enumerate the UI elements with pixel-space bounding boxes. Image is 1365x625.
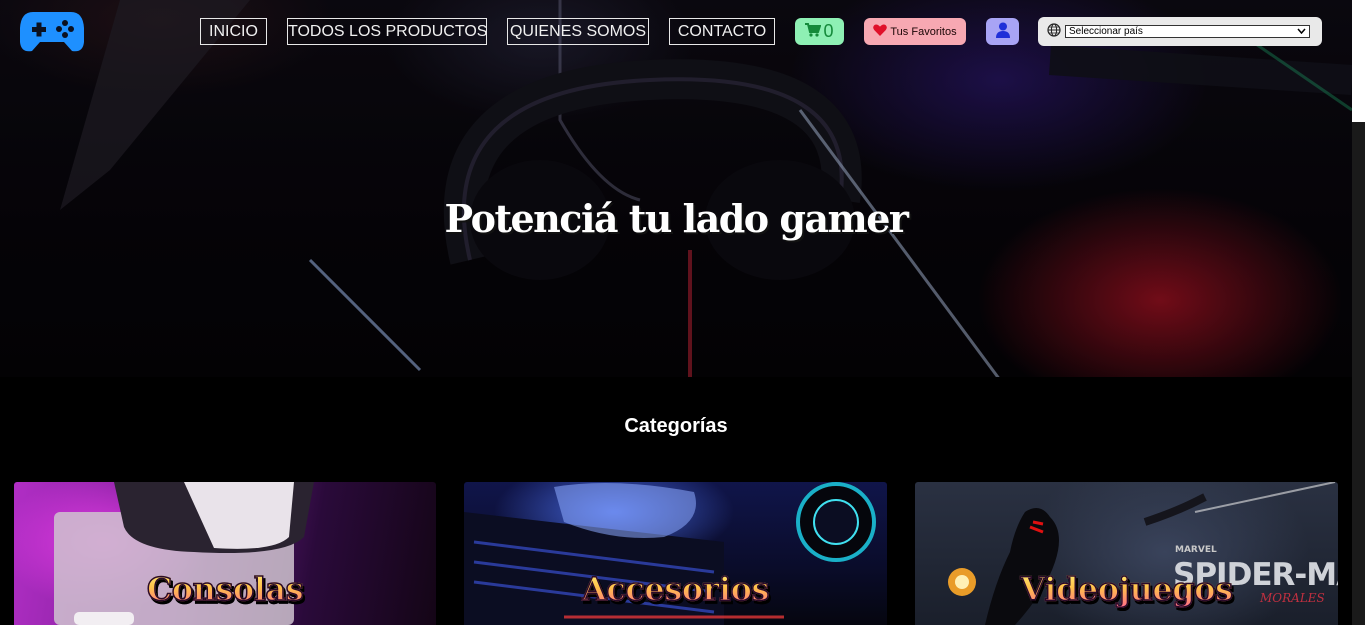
globe-icon: [1047, 22, 1061, 41]
nav-link-todos-los-productos[interactable]: TODOS LOS PRODUCTOS: [287, 18, 487, 45]
user-icon: [995, 22, 1010, 42]
cart-button[interactable]: 0: [795, 18, 844, 45]
cart-count: 0: [823, 21, 834, 41]
heart-icon: [873, 24, 888, 39]
country-select-value: Seleccionar país: [1069, 26, 1143, 37]
scrollbar-track-top: [1352, 0, 1365, 122]
favorites-button[interactable]: Tus Favoritos: [864, 18, 966, 45]
chevron-down-icon: [1297, 26, 1306, 37]
page: Potenciá tu lado gamer INICIO TODOS LOS …: [0, 0, 1365, 625]
categories-heading: Categorías: [624, 415, 728, 437]
gamepad-icon[interactable]: [19, 8, 85, 54]
category-label-accesorios: Accesorios: [464, 569, 887, 609]
cart-icon: [805, 21, 822, 42]
nav-link-quienes-somos[interactable]: QUIENES SOMOS: [507, 18, 649, 45]
category-card-accesorios[interactable]: Accesorios: [464, 482, 887, 625]
country-selector: Seleccionar país: [1038, 17, 1322, 46]
category-card-consolas[interactable]: Consolas: [14, 482, 436, 625]
category-label-videojuegos: Videojuegos: [915, 569, 1338, 609]
country-select[interactable]: Seleccionar país: [1065, 25, 1310, 38]
category-label-consolas: Consolas: [14, 569, 436, 609]
user-account-button[interactable]: [986, 18, 1019, 45]
svg-text:MARVEL: MARVEL: [1175, 545, 1217, 555]
nav-link-contacto[interactable]: CONTACTO: [669, 18, 775, 45]
hero-background-image: [0, 0, 1352, 377]
page-scrollbar[interactable]: [1352, 0, 1365, 625]
hero-banner: Potenciá tu lado gamer: [0, 0, 1352, 377]
favorites-label: Tus Favoritos: [890, 25, 957, 38]
nav-link-inicio[interactable]: INICIO: [200, 18, 267, 45]
category-card-videojuegos[interactable]: MARVEL SPIDER-MAN MORALES Videojuegos: [915, 482, 1338, 625]
hero-title: Potenciá tu lado gamer: [444, 196, 909, 241]
